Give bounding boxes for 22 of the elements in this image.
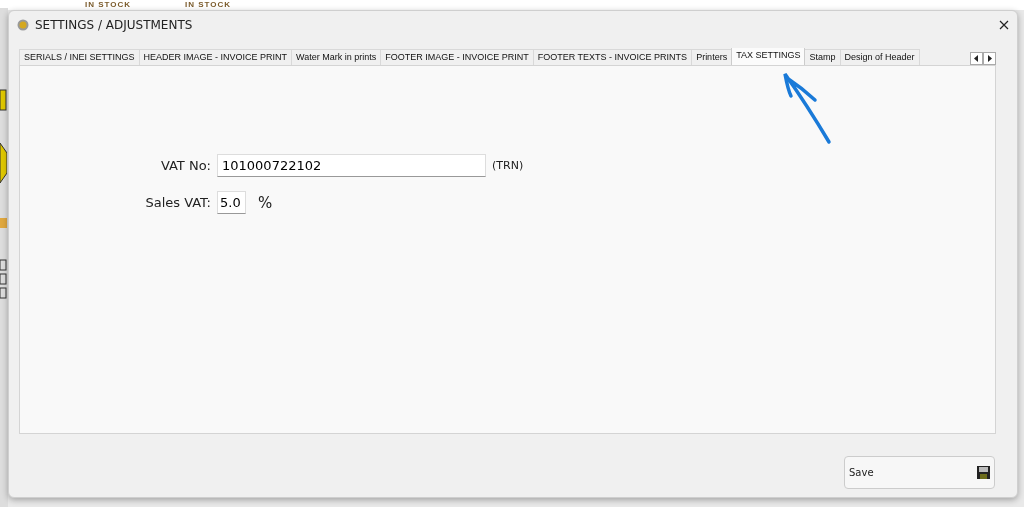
- tab[interactable]: Water Mark in prints: [291, 49, 382, 65]
- close-icon[interactable]: [999, 20, 1009, 30]
- toolbar-icon[interactable]: [0, 258, 7, 300]
- percent-label: %: [258, 193, 273, 212]
- trn-label: (TRN): [492, 159, 524, 172]
- vat-no-label: VAT No:: [159, 158, 211, 173]
- sales-vat-label: Sales VAT:: [144, 195, 211, 210]
- stock-label: IN STOCK: [85, 0, 132, 9]
- window-title: SETTINGS / ADJUSTMENTS: [35, 18, 193, 32]
- sales-vat-field[interactable]: 5.0: [217, 191, 246, 214]
- app-icon: [17, 19, 29, 31]
- vat-no-field[interactable]: 101000722102: [217, 154, 486, 177]
- left-arrow-icon: [974, 55, 979, 62]
- tab[interactable]: SERIALS / INEI SETTINGS: [19, 49, 140, 65]
- scroll-left-button[interactable]: [970, 52, 983, 65]
- tab[interactable]: Design of Header: [839, 49, 920, 65]
- right-arrow-icon: [987, 55, 992, 62]
- save-button[interactable]: Save: [844, 456, 995, 489]
- tab[interactable]: TAX SETTINGS: [731, 48, 806, 65]
- stock-label: IN STOCK: [185, 0, 232, 9]
- tab[interactable]: Stamp: [804, 49, 841, 65]
- scroll-right-button[interactable]: [983, 52, 996, 65]
